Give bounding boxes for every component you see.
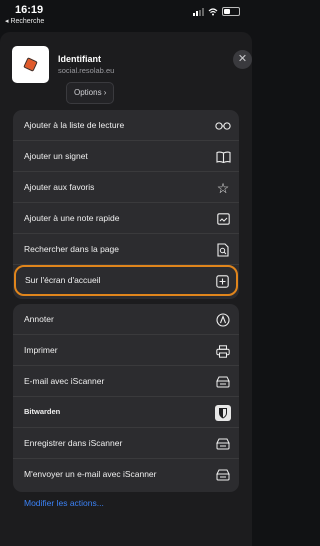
action-label: E-mail avec iScanner bbox=[24, 376, 105, 386]
markup-icon bbox=[215, 312, 231, 328]
status-bar: 16:19 ◂ Recherche bbox=[0, 0, 252, 30]
star-icon: ☆ bbox=[216, 179, 230, 196]
back-to-search-link[interactable]: ◂ Recherche bbox=[5, 17, 44, 25]
action-markup[interactable]: Annoter bbox=[13, 304, 239, 335]
site-logo-icon bbox=[23, 57, 38, 72]
clock: 16:19 bbox=[15, 4, 44, 16]
action-label: Ajouter à une note rapide bbox=[24, 213, 120, 223]
signal-icon bbox=[193, 7, 204, 16]
action-label: Imprimer bbox=[24, 345, 58, 355]
wifi-icon bbox=[208, 7, 218, 15]
page-title: Identifiant bbox=[58, 54, 101, 64]
action-email-iscanner[interactable]: E-mail avec iScanner bbox=[13, 366, 239, 397]
actions-group-1: Ajouter à la liste de lecture Ajouter un… bbox=[13, 110, 239, 299]
action-add-to-home-screen[interactable]: Sur l'écran d'accueil bbox=[14, 265, 238, 296]
action-label: Ajouter aux favoris bbox=[24, 182, 95, 192]
site-icon bbox=[12, 46, 49, 83]
close-button[interactable]: ✕ bbox=[233, 50, 252, 69]
battery-icon bbox=[222, 7, 240, 16]
action-label: Rechercher dans la page bbox=[24, 244, 119, 254]
iscanner-icon bbox=[215, 467, 231, 483]
action-find-in-page[interactable]: Rechercher dans la page bbox=[13, 234, 239, 265]
action-bitwarden[interactable]: Bitwarden bbox=[13, 397, 239, 428]
action-add-favorites[interactable]: Ajouter aux favoris ☆ bbox=[13, 172, 239, 203]
share-header: Identifiant social.resolab.eu Options › … bbox=[12, 42, 252, 104]
iscanner-icon bbox=[215, 436, 231, 452]
modify-actions-link[interactable]: Modifier les actions... bbox=[24, 498, 104, 508]
action-label: Ajouter un signet bbox=[24, 151, 88, 161]
action-label: Ajouter à la liste de lecture bbox=[24, 120, 125, 130]
add-square-icon bbox=[214, 273, 230, 289]
action-save-iscanner[interactable]: Enregistrer dans iScanner bbox=[13, 428, 239, 459]
action-add-quick-note[interactable]: Ajouter à une note rapide bbox=[13, 203, 239, 234]
page-url: social.resolab.eu bbox=[58, 66, 115, 75]
action-label: M'envoyer un e-mail avec iScanner bbox=[24, 469, 157, 479]
action-label: Sur l'écran d'accueil bbox=[25, 275, 101, 285]
book-icon bbox=[215, 149, 231, 165]
action-send-me-email-iscanner[interactable]: M'envoyer un e-mail avec iScanner bbox=[13, 459, 239, 490]
action-label: Enregistrer dans iScanner bbox=[24, 438, 123, 448]
action-print[interactable]: Imprimer bbox=[13, 335, 239, 366]
status-icons bbox=[193, 7, 240, 16]
quick-note-icon bbox=[215, 211, 231, 227]
find-page-icon bbox=[215, 242, 231, 258]
printer-icon bbox=[215, 343, 231, 359]
actions-group-2: Annoter Imprimer E-mail avec iScanner Bi… bbox=[13, 304, 239, 492]
action-add-reading-list[interactable]: Ajouter à la liste de lecture bbox=[13, 110, 239, 141]
action-add-bookmark[interactable]: Ajouter un signet bbox=[13, 141, 239, 172]
options-button[interactable]: Options › bbox=[66, 82, 115, 104]
action-label: Annoter bbox=[24, 314, 54, 324]
share-sheet: Identifiant social.resolab.eu Options › … bbox=[0, 32, 252, 546]
action-label: Bitwarden bbox=[24, 407, 61, 416]
iscanner-icon bbox=[215, 374, 231, 390]
shield-icon bbox=[215, 405, 231, 421]
reading-list-icon bbox=[215, 118, 231, 134]
